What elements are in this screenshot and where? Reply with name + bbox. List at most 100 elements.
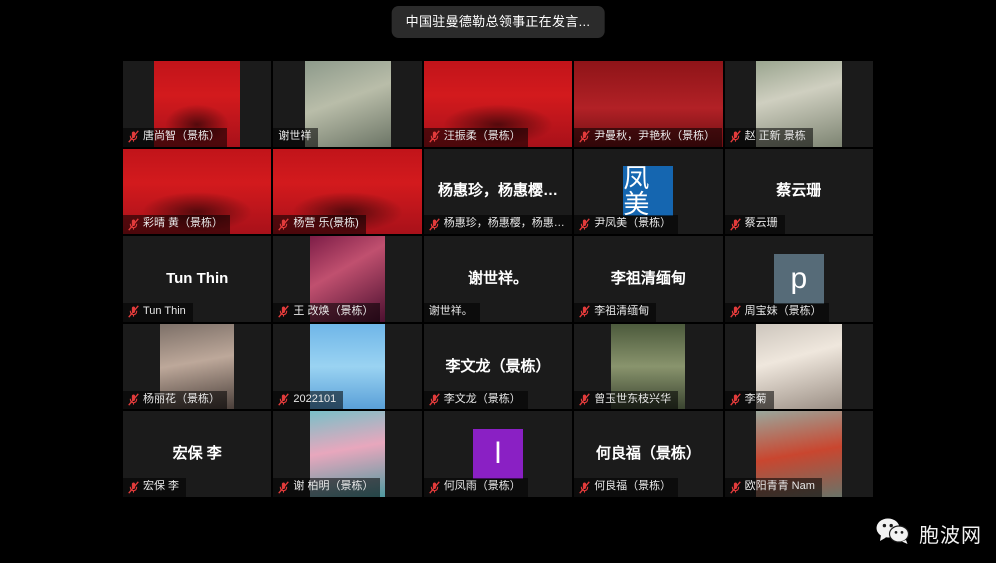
participant-name-label: 李菊 — [744, 392, 767, 405]
participant-name-strip: 谢世祥。 — [423, 303, 480, 322]
participant-display-name: 李祖清缅甸 — [610, 269, 686, 287]
participant-name-label: 曾玉世东枝兴华 — [594, 392, 672, 405]
mic-muted-icon — [729, 130, 741, 143]
participant-tile[interactable]: 谢世祥 — [273, 61, 422, 147]
participant-tile[interactable]: 李菊 — [724, 323, 873, 410]
mic-muted-icon — [278, 218, 290, 231]
participant-name-label: 杨丽花（景栋） — [143, 392, 220, 405]
participant-tile[interactable]: 谢世祥。 谢世祥。 — [423, 236, 573, 322]
participant-name-strip: 杨营 乐(景栋) — [273, 215, 366, 235]
participant-name-label: 何良福（景栋） — [594, 480, 672, 493]
participant-name-label: 尹曼秋，尹艳秋（景栋） — [594, 129, 716, 142]
mic-muted-icon — [579, 480, 590, 494]
participant-tile[interactable]: 王 改焕（景栋） — [273, 236, 422, 322]
mic-muted-icon — [579, 130, 590, 143]
participant-name-strip: 曾玉世东枝兴华 — [574, 390, 679, 410]
participant-name-strip: 杨丽花（景栋） — [123, 390, 227, 410]
participant-name-label: 何凤雨（景栋） — [443, 480, 521, 493]
participant-name-strip: 谢世祥 — [273, 127, 319, 147]
participant-name-label: 尹凤美（景栋） — [594, 217, 672, 230]
participant-display-name: 何良福（景栋） — [595, 445, 701, 463]
participant-display-name: Tun Thin — [166, 269, 229, 287]
mic-muted-icon — [128, 130, 139, 143]
participant-tile[interactable]: 尹曼秋，尹艳秋（景栋） — [574, 61, 723, 147]
participant-tile[interactable]: l 何凤雨（景栋） — [423, 411, 573, 497]
participant-name-strip: 李文龙（景栋） — [423, 390, 528, 410]
participant-tile[interactable]: 何良福（景栋） 何良福（景栋） — [574, 411, 723, 497]
participant-display-name: 谢世祥。 — [467, 269, 528, 287]
participant-display-name: 蔡云珊 — [776, 182, 822, 200]
participant-name-label: 彩晴 黄（景栋） — [143, 217, 224, 230]
participant-gallery: 唐尚智（景栋） 谢世祥 汪振柔（景栋） 尹曼秋，尹艳秋（景栋） 赵 正新 景栋彩晴 黄（… — [123, 61, 873, 497]
participant-tile[interactable]: 谢 柏明（景栋） — [273, 411, 422, 497]
participant-name-strip: 何凤雨（景栋） — [423, 478, 528, 497]
participant-tile[interactable]: 杨丽花（景栋） — [123, 323, 272, 410]
participant-tile[interactable]: 蔡云珊 蔡云珊 — [724, 148, 873, 235]
mic-muted-icon — [128, 480, 139, 494]
mic-muted-icon — [278, 393, 290, 406]
participant-tile[interactable]: 凤美 尹凤美（景栋） — [574, 148, 723, 235]
participant-tile[interactable]: 杨惠珍，杨惠樱… 杨惠珍，杨惠樱，杨惠… — [423, 148, 573, 235]
participant-tile[interactable]: 唐尚智（景栋） — [123, 61, 272, 147]
participant-avatar: l — [472, 429, 523, 480]
active-speaker-banner: 中国驻曼德勒总领事正在发言... — [391, 6, 605, 38]
participant-tile[interactable]: p 周宝妹（景栋） — [724, 236, 873, 322]
mic-muted-icon — [429, 218, 440, 231]
mic-muted-icon — [128, 393, 139, 406]
participant-name-label: 李祖清缅甸 — [594, 305, 650, 318]
mic-muted-icon — [729, 393, 741, 406]
participant-name-strip: 尹曼秋，尹艳秋（景栋） — [574, 127, 723, 147]
participant-name-strip: 2022101 — [273, 390, 344, 410]
participant-display-name: 杨惠珍，杨惠樱… — [437, 182, 558, 200]
participant-name-strip: 尹凤美（景栋） — [574, 215, 679, 235]
participant-name-label: 谢 柏明（景栋） — [293, 480, 374, 493]
mic-muted-icon — [278, 480, 290, 494]
participant-tile[interactable]: 曾玉世东枝兴华 — [574, 323, 723, 410]
watermark-text: 胞波网 — [919, 525, 982, 547]
participant-name-label: 欧阳青青 Nam — [744, 480, 815, 493]
participant-name-label: 杨惠珍，杨惠樱，杨惠… — [443, 217, 565, 230]
participant-name-strip: 唐尚智（景栋） — [123, 127, 227, 147]
participant-tile[interactable]: 赵 正新 景栋 — [724, 61, 873, 147]
mic-muted-icon — [579, 305, 590, 319]
participant-name-strip: 王 改焕（景栋） — [273, 303, 381, 322]
participant-avatar: p — [773, 253, 824, 304]
participant-name-label: 宏保 李 — [143, 480, 180, 493]
participant-name-label: 赵 正新 景栋 — [744, 129, 806, 142]
mic-muted-icon — [579, 393, 590, 406]
participant-name-label: 李文龙（景栋） — [443, 392, 521, 405]
participant-name-strip: 蔡云珊 — [724, 215, 785, 235]
mic-muted-icon — [429, 393, 440, 406]
participant-tile[interactable]: 欧阳青青 Nam — [724, 411, 873, 497]
participant-name-strip: 杨惠珍，杨惠樱，杨惠… — [423, 215, 572, 235]
participant-name-label: 谢世祥 — [278, 129, 312, 142]
participant-name-strip: 赵 正新 景栋 — [724, 127, 813, 147]
watermark: 胞波网 — [876, 518, 982, 549]
participant-tile[interactable]: 杨营 乐(景栋) — [273, 148, 422, 235]
participant-name-strip: 汪振柔（景栋） — [423, 127, 528, 147]
participant-tile[interactable]: 汪振柔（景栋） — [423, 61, 573, 147]
mic-muted-icon — [429, 480, 440, 494]
participant-name-strip: Tun Thin — [123, 303, 193, 322]
participant-tile[interactable]: 李文龙（景栋） 李文龙（景栋） — [423, 323, 573, 410]
participant-name-label: 蔡云珊 — [744, 217, 778, 230]
participant-name-strip: 欧阳青青 Nam — [724, 478, 822, 497]
wechat-icon — [876, 518, 910, 549]
participant-name-strip: 李祖清缅甸 — [574, 303, 657, 322]
participant-tile[interactable]: 宏保 李宏保 李 — [123, 411, 272, 497]
participant-avatar: 凤美 — [623, 165, 674, 217]
participant-name-label: 汪振柔（景栋） — [443, 129, 521, 142]
mic-muted-icon — [729, 218, 741, 231]
participant-name-label: 唐尚智（景栋） — [143, 129, 220, 142]
mic-muted-icon — [729, 305, 741, 319]
participant-tile[interactable]: 2022101 — [273, 323, 422, 410]
participant-tile[interactable]: 李祖清缅甸 李祖清缅甸 — [574, 236, 723, 322]
participant-name-strip: 谢 柏明（景栋） — [273, 478, 381, 497]
participant-tile[interactable]: 彩晴 黄（景栋） — [123, 148, 272, 235]
participant-name-strip: 宏保 李 — [123, 478, 187, 497]
participant-tile[interactable]: Tun Thin Tun Thin — [123, 236, 272, 322]
mic-muted-icon — [729, 480, 741, 494]
participant-name-strip: 李菊 — [724, 390, 774, 410]
participant-name-label: 谢世祥。 — [428, 305, 473, 318]
participant-display-name: 宏保 李 — [172, 445, 222, 463]
